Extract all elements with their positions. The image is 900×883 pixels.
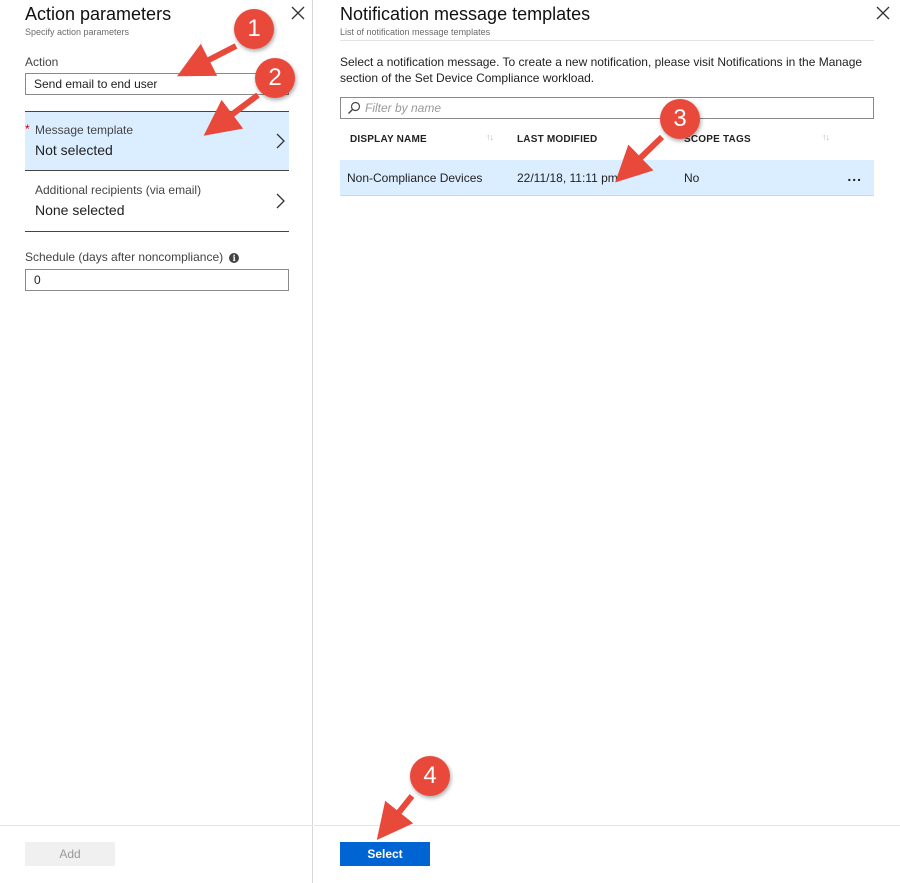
callout-badge-1: 1 <box>234 9 274 49</box>
callout-arrow-3 <box>615 134 665 183</box>
callout-badge-3: 3 <box>660 99 700 139</box>
callout-arrow-2 <box>203 92 260 136</box>
callout-arrows <box>176 43 665 841</box>
callout-badge-2: 2 <box>255 58 295 98</box>
callout-arrow-1 <box>176 43 238 77</box>
callout-badge-4: 4 <box>410 756 450 796</box>
screen: Action parameters Specify action paramet… <box>0 0 900 883</box>
callout-arrow-4 <box>376 794 415 841</box>
